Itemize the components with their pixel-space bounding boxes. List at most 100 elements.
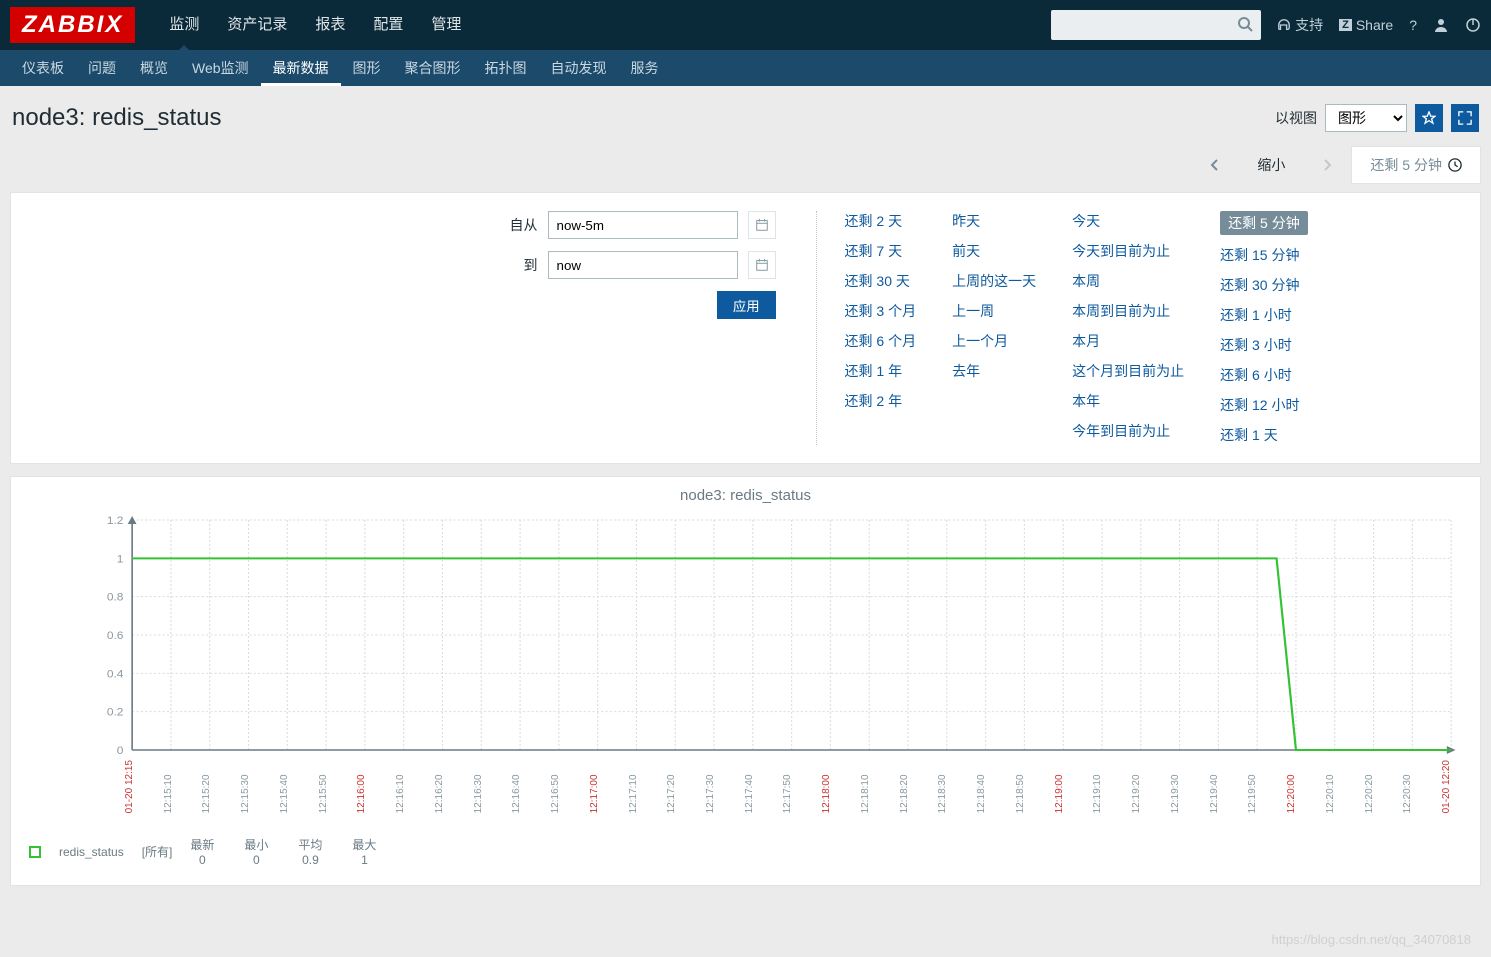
x-tick-label: 12:16:20 <box>434 760 445 813</box>
x-tick-label: 12:17:00 <box>589 760 600 813</box>
preset-link[interactable]: 本周到目前为止 <box>1072 301 1184 321</box>
zoom-out-button[interactable]: 缩小 <box>1239 147 1303 183</box>
nav-inventory[interactable]: 资产记录 <box>213 0 301 50</box>
fullscreen-button[interactable] <box>1451 104 1479 132</box>
search-icon[interactable] <box>1237 16 1253 35</box>
preset-link[interactable]: 今天 <box>1072 211 1184 231</box>
nav-reports[interactable]: 报表 <box>301 0 359 50</box>
user-icon[interactable] <box>1433 17 1449 33</box>
subnav-services[interactable]: 服务 <box>619 50 671 86</box>
subnav-maps[interactable]: 拓扑图 <box>473 50 539 86</box>
time-next-button[interactable] <box>1303 151 1351 179</box>
subnav-screens[interactable]: 聚合图形 <box>393 50 473 86</box>
preset-link[interactable]: 今年到目前为止 <box>1072 421 1184 441</box>
nav-monitoring[interactable]: 监测 <box>155 0 213 50</box>
x-tick-label: 12:19:40 <box>1209 760 1220 813</box>
x-tick-label: 12:20:00 <box>1286 760 1297 813</box>
x-tick-label: 12:16:50 <box>550 760 561 813</box>
x-axis-ticks: 01-20 12:1512:15:1012:15:2012:15:3012:15… <box>124 760 1452 813</box>
preset-link[interactable]: 今天到目前为止 <box>1072 241 1184 261</box>
preset-link[interactable]: 本周 <box>1072 271 1184 291</box>
svg-text:0: 0 <box>117 745 124 756</box>
from-label: 自从 <box>510 215 538 235</box>
x-tick-label: 12:15:50 <box>318 760 329 813</box>
x-tick-label: 12:19:10 <box>1092 760 1103 813</box>
subnav-discovery[interactable]: 自动发现 <box>539 50 619 86</box>
stat-value: 0.9 <box>298 853 322 867</box>
preset-link[interactable]: 上周的这一天 <box>952 271 1036 291</box>
x-tick-label: 12:15:10 <box>163 760 174 813</box>
svg-text:1: 1 <box>117 554 124 565</box>
preset-link[interactable]: 还剩 1 小时 <box>1220 305 1308 325</box>
preset-link[interactable]: 还剩 30 天 <box>845 271 917 291</box>
view-as-select[interactable]: 图形 <box>1325 104 1407 132</box>
subnav-web[interactable]: Web监测 <box>180 50 261 86</box>
preset-link[interactable]: 本年 <box>1072 391 1184 411</box>
preset-link[interactable]: 还剩 1 年 <box>845 361 917 381</box>
preset-link[interactable]: 还剩 3 小时 <box>1220 335 1308 355</box>
x-tick-label: 12:17:40 <box>744 760 755 813</box>
from-input[interactable] <box>548 211 738 239</box>
preset-link[interactable]: 还剩 5 分钟 <box>1220 211 1308 235</box>
to-calendar-button[interactable] <box>748 251 776 279</box>
nav-admin[interactable]: 管理 <box>417 0 475 50</box>
stat-header: 最小 <box>244 836 268 853</box>
time-filter-panel: 自从 到 应用 还剩 2 天还剩 7 天还剩 30 天还剩 3 个月还剩 6 个… <box>10 192 1481 464</box>
preset-link[interactable]: 上一周 <box>952 301 1036 321</box>
filter-inputs: 自从 到 应用 <box>35 211 817 445</box>
preset-link[interactable]: 还剩 6 个月 <box>845 331 917 351</box>
x-tick-label: 12:15:20 <box>201 760 212 813</box>
nav-config[interactable]: 配置 <box>359 0 417 50</box>
x-tick-label: 12:17:10 <box>628 760 639 813</box>
z-icon: Z <box>1339 19 1352 31</box>
from-calendar-button[interactable] <box>748 211 776 239</box>
power-icon[interactable] <box>1465 17 1481 33</box>
search-input[interactable] <box>1051 10 1261 40</box>
apply-button[interactable]: 应用 <box>717 291 776 319</box>
preset-link[interactable]: 还剩 2 年 <box>845 391 917 411</box>
svg-text:0.6: 0.6 <box>107 630 124 641</box>
logo[interactable]: ZABBIX <box>10 7 135 43</box>
preset-link[interactable]: 还剩 2 天 <box>845 211 917 231</box>
preset-link[interactable]: 昨天 <box>952 211 1036 231</box>
preset-link[interactable]: 这个月到目前为止 <box>1072 361 1184 381</box>
svg-text:0.2: 0.2 <box>107 707 124 718</box>
subnav-overview[interactable]: 概览 <box>128 50 180 86</box>
subnav-problems[interactable]: 问题 <box>76 50 128 86</box>
preset-link[interactable]: 还剩 6 小时 <box>1220 365 1308 385</box>
share-link[interactable]: Z Share <box>1339 17 1393 33</box>
preset-link[interactable]: 本月 <box>1072 331 1184 351</box>
help-icon[interactable]: ? <box>1409 17 1417 33</box>
subnav-dashboard[interactable]: 仪表板 <box>10 50 76 86</box>
preset-link[interactable]: 去年 <box>952 361 1036 381</box>
filter-presets: 还剩 2 天还剩 7 天还剩 30 天还剩 3 个月还剩 6 个月还剩 1 年还… <box>817 211 1456 445</box>
support-label: 支持 <box>1295 15 1323 35</box>
x-tick-label: 12:19:20 <box>1131 760 1142 813</box>
preset-link[interactable]: 还剩 1 天 <box>1220 425 1308 445</box>
time-range-display[interactable]: 还剩 5 分钟 <box>1351 146 1481 184</box>
to-label: 到 <box>524 255 538 275</box>
chart-panel: node3: redis_status 00.20.40.60.811.2 01… <box>10 476 1481 886</box>
preset-link[interactable]: 上一个月 <box>952 331 1036 351</box>
preset-link[interactable]: 还剩 7 天 <box>845 241 917 261</box>
page-header: node3: redis_status 以视图 图形 <box>0 86 1491 146</box>
subnav-latest-data[interactable]: 最新数据 <box>261 50 341 86</box>
favorite-button[interactable] <box>1415 104 1443 132</box>
time-prev-button[interactable] <box>1191 151 1239 179</box>
preset-link[interactable]: 还剩 15 分钟 <box>1220 245 1308 265</box>
x-tick-label: 12:18:20 <box>899 760 910 813</box>
preset-link[interactable]: 前天 <box>952 241 1036 261</box>
preset-link[interactable]: 还剩 12 小时 <box>1220 395 1308 415</box>
to-input[interactable] <box>548 251 738 279</box>
preset-link[interactable]: 还剩 3 个月 <box>845 301 917 321</box>
sub-nav: 仪表板 问题 概览 Web监测 最新数据 图形 聚合图形 拓扑图 自动发现 服务 <box>0 50 1491 86</box>
x-tick-label: 12:16:10 <box>395 760 406 813</box>
preset-link[interactable]: 还剩 30 分钟 <box>1220 275 1308 295</box>
watermark: https://blog.csdn.net/qq_34070818 <box>1272 932 1472 947</box>
x-tick-label: 12:17:30 <box>705 760 716 813</box>
page-header-right: 以视图 图形 <box>1275 104 1479 132</box>
x-tick-label: 12:17:20 <box>666 760 677 813</box>
x-tick-label: 12:18:00 <box>821 760 832 813</box>
subnav-graphs[interactable]: 图形 <box>341 50 393 86</box>
support-link[interactable]: 支持 <box>1277 15 1323 35</box>
